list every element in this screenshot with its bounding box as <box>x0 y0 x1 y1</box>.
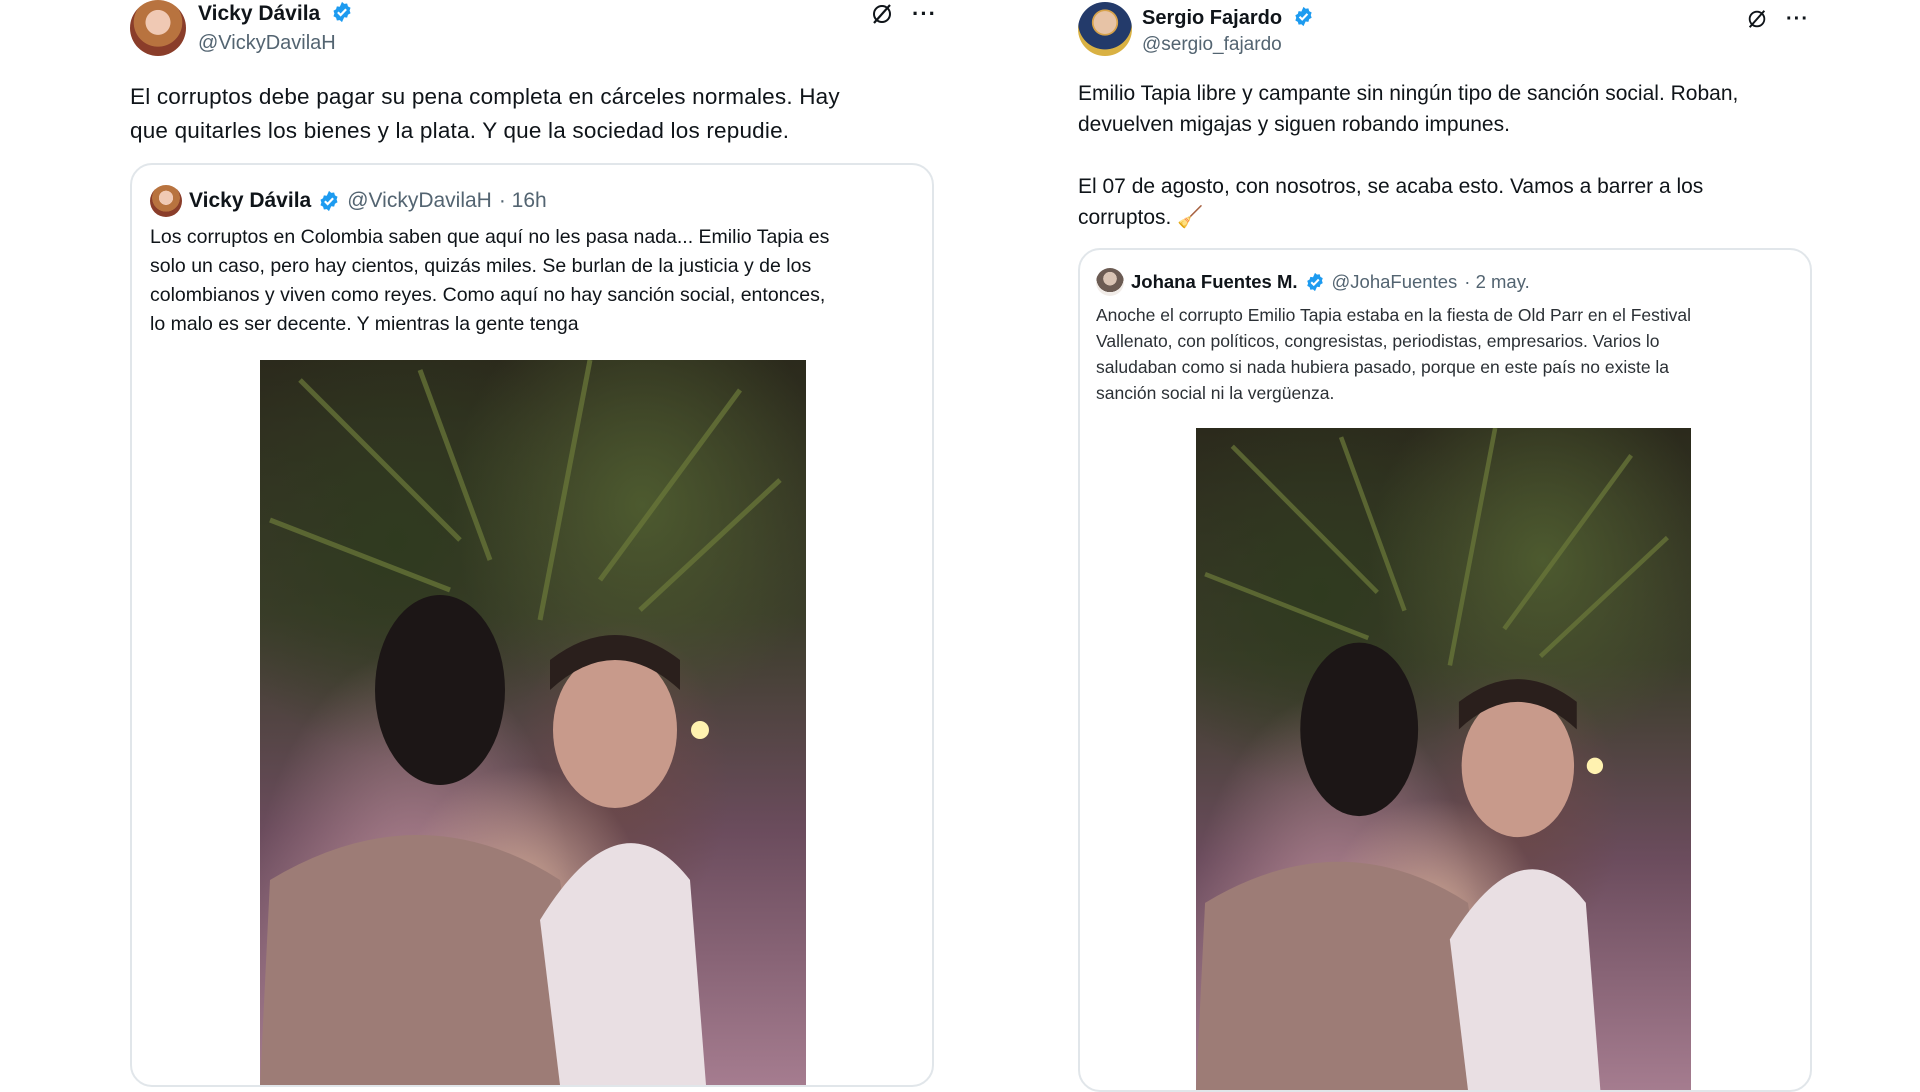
author-name[interactable]: Vicky Dávila <box>198 2 320 25</box>
tweet-text: Emilio Tapia libre y campante sin ningún… <box>1078 82 1739 229</box>
verified-badge-icon <box>333 1 351 23</box>
grok-icon[interactable] <box>870 2 894 26</box>
quoted-text: Anoche el corrupto Emilio Tapia estaba e… <box>1096 305 1691 403</box>
author-handle[interactable]: @sergio_fajardo <box>1142 34 1282 56</box>
more-icon[interactable]: ··· <box>1786 9 1809 29</box>
avatar[interactable] <box>130 0 186 56</box>
quoted-tweet[interactable]: Johana Fuentes M. @JohaFuentes · 2 may. … <box>1078 248 1812 1092</box>
quoted-text: Los corruptos en Colombia saben que aquí… <box>150 226 830 335</box>
tweet-text: El corruptos debe pagar su pena completa… <box>130 84 840 143</box>
quoted-author-name: Vicky Dávila <box>189 189 312 212</box>
author-name[interactable]: Sergio Fajardo <box>1142 7 1282 29</box>
quoted-author-name: Johana Fuentes M. <box>1131 271 1298 292</box>
verified-badge-icon <box>1306 272 1323 292</box>
author-handle[interactable]: @VickyDavilaH <box>198 32 336 55</box>
more-icon[interactable]: ··· <box>912 3 937 25</box>
verified-badge-icon <box>320 190 338 212</box>
grok-icon[interactable] <box>1746 8 1768 30</box>
quoted-author-handle: @JohaFuentes <box>1331 271 1458 292</box>
quoted-photo[interactable] <box>260 360 806 1085</box>
quoted-timestamp: · 16h <box>498 189 547 212</box>
avatar[interactable] <box>1078 2 1132 56</box>
quoted-timestamp: · 2 may. <box>1464 271 1530 292</box>
verified-badge-icon <box>1294 6 1312 27</box>
avatar[interactable] <box>150 185 182 217</box>
avatar[interactable] <box>1096 268 1124 296</box>
quoted-author-handle: @VickyDavilaH <box>347 189 492 212</box>
quoted-tweet[interactable]: Vicky Dávila @VickyDavilaH · 16h Los cor… <box>130 163 934 1087</box>
quoted-photo[interactable] <box>1196 428 1691 1090</box>
